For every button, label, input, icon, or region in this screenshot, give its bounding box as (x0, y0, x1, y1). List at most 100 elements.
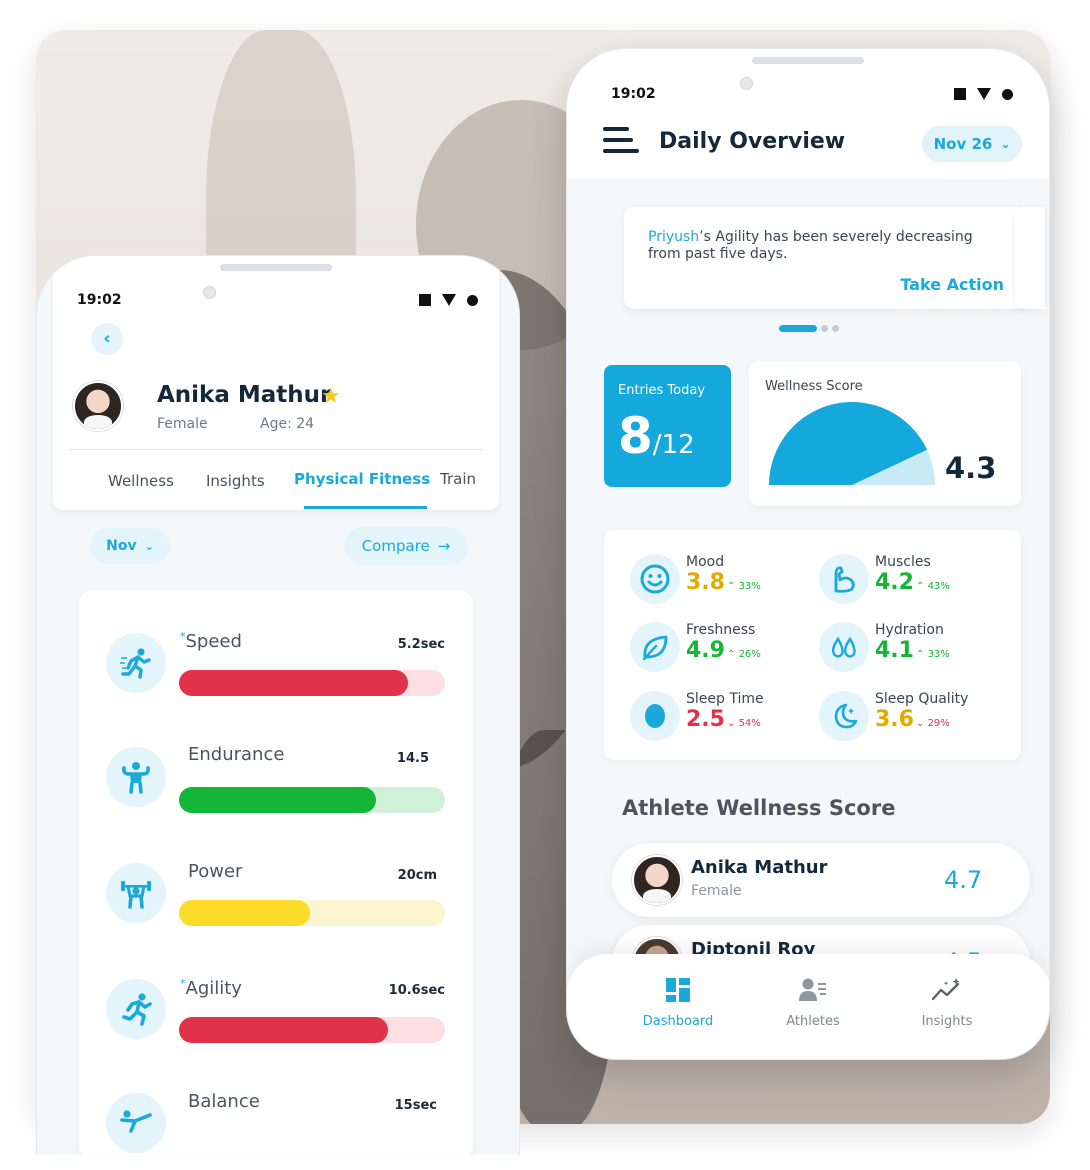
weightlifting-icon (106, 863, 166, 923)
tab-wellness[interactable]: Wellness (108, 472, 174, 490)
carousel-dot-active[interactable] (779, 325, 817, 332)
phone-camera (740, 77, 753, 90)
freshness-metric[interactable]: Freshness 4.9 ⌃ 26% (630, 622, 830, 678)
athletes-icon (763, 972, 863, 1008)
daily-overview-phone: 19:02 Daily Overview Nov 26 ⌄ Priyush’s … (566, 48, 1050, 1060)
chevron-down-icon: ⌄ (1000, 137, 1011, 151)
take-action-button[interactable]: Take Action (900, 275, 1004, 294)
athlete-name: Anika Mathur (157, 382, 332, 408)
sleep-icon (630, 691, 680, 741)
metric-balance-value: 15sec (394, 1098, 437, 1113)
athlete-age: Age: 24 (260, 416, 315, 432)
muscles-label: Muscles (875, 554, 931, 570)
mood-delta-value: 33% (738, 581, 761, 592)
sleep-time-label: Sleep Time (686, 691, 764, 707)
droplets-icon (819, 622, 869, 672)
metric-power-value: 20cm (397, 868, 437, 883)
phone-speaker (752, 57, 864, 64)
nav-athletes[interactable]: Athletes (763, 972, 863, 1029)
date-filter-label: Nov 26 (933, 135, 993, 153)
speed-bar-track (179, 670, 445, 696)
signal-icon (977, 88, 991, 100)
battery-icon (1002, 88, 1013, 100)
fitness-metrics-card: *Speed 5.2sec Endurance 14.5 Power 20cm … (79, 590, 473, 1155)
muscles-delta: ⌃ 43% (916, 581, 950, 592)
nav-insights[interactable]: Insights (897, 972, 997, 1029)
status-time: 19:02 (611, 86, 656, 102)
hamburger-menu-icon[interactable] (603, 127, 639, 160)
arrow-right-icon: → (437, 537, 451, 555)
tab-physical-fitness[interactable]: Physical Fitness (294, 470, 430, 488)
compare-label: Compare (361, 537, 430, 555)
freshness-label: Freshness (686, 622, 756, 638)
next-alert-card[interactable] (1015, 207, 1045, 309)
hydration-metric[interactable]: Hydration 4.1 ⌃ 33% (819, 622, 1019, 678)
alert-card[interactable]: Priyush’s Agility has been severely decr… (624, 207, 1028, 309)
mood-metric[interactable]: Mood 3.8 ⌃ 33% (630, 554, 830, 610)
entries-label: Entries Today (618, 383, 706, 398)
alert-message: Priyush’s Agility has been severely decr… (648, 229, 988, 263)
wellness-score-card: Wellness Score 4.3 (749, 361, 1021, 506)
nav-dashboard-label: Dashboard (642, 1014, 714, 1029)
avatar (73, 381, 123, 431)
entries-count: 8 (618, 407, 653, 465)
carousel-dot[interactable] (821, 325, 828, 332)
carousel-dot[interactable] (832, 325, 839, 332)
freshness-value: 4.9 (686, 638, 725, 663)
chevron-down-icon: ⌄ (144, 539, 154, 553)
sleep-quality-metric[interactable]: Sleep Quality 3.6 ⌄ 29% (819, 691, 1019, 747)
month-filter[interactable]: Nov ⌄ (90, 528, 170, 564)
stop-icon (419, 294, 431, 306)
agility-bar-track (179, 1017, 445, 1043)
tab-train[interactable]: Train (440, 470, 476, 488)
metric-power-name: Power (188, 861, 243, 882)
signal-icon (442, 294, 456, 306)
power-bar-track (179, 900, 445, 926)
back-button[interactable]: ‹ (91, 323, 123, 355)
alert-athlete-link[interactable]: Priyush (648, 229, 699, 245)
chevron-left-icon: ‹ (103, 328, 111, 349)
sleep-quality-label: Sleep Quality (875, 691, 969, 707)
endurance-bar-fill (179, 787, 376, 813)
metric-agility-value: 10.6sec (388, 983, 445, 998)
wellness-gauge (769, 402, 935, 485)
month-filter-label: Nov (106, 538, 137, 554)
date-filter[interactable]: Nov 26 ⌄ (922, 126, 1022, 162)
sleep-time-delta-value: 54% (738, 718, 761, 729)
sleep-time-metric[interactable]: Sleep Time 2.5 ⌄ 54% (630, 691, 830, 747)
compare-button[interactable]: Compare → (344, 527, 468, 565)
profile-header: 19:02 ‹ Anika Mathur ★ Female Age: 24 We… (53, 256, 499, 510)
metric-endurance-value: 14.5 (396, 751, 429, 766)
wellness-label: Wellness Score (765, 379, 863, 394)
star-icon[interactable]: ★ (321, 384, 341, 409)
nav-dashboard[interactable]: Dashboard (628, 972, 728, 1029)
muscles-value: 4.2 (875, 570, 914, 595)
muscles-metric[interactable]: Muscles 4.2 ⌃ 43% (819, 554, 1019, 610)
athlete-row[interactable]: Anika Mathur Female 4.7 (612, 843, 1030, 917)
muscles-delta-value: 43% (927, 581, 950, 592)
phone-speaker (220, 264, 332, 271)
speed-bar-fill (179, 670, 408, 696)
dashboard-icon (628, 972, 728, 1008)
tab-insights[interactable]: Insights (206, 472, 265, 490)
freshness-delta: ⌃ 26% (727, 649, 761, 660)
moon-icon (819, 691, 869, 741)
smiley-icon (630, 554, 680, 604)
muscle-icon (819, 554, 869, 604)
leaf-icon (630, 622, 680, 672)
metric-speed-value: 5.2sec (397, 637, 445, 652)
hydration-value: 4.1 (875, 638, 914, 663)
section-title: Athlete Wellness Score (622, 796, 896, 820)
sleep-quality-delta-value: 29% (927, 718, 950, 729)
metric-balance-name: Balance (188, 1091, 260, 1112)
athlete-profile-phone: 19:02 ‹ Anika Mathur ★ Female Age: 24 We… (36, 255, 520, 1155)
sprint-icon (106, 979, 166, 1039)
freshness-delta-value: 26% (738, 649, 761, 660)
athlete-gender: Female (691, 883, 742, 899)
hydration-label: Hydration (875, 622, 944, 638)
nav-athletes-label: Athletes (786, 1014, 840, 1029)
metric-agility-label: Agility (185, 978, 242, 999)
status-icons (419, 294, 478, 306)
hydration-delta-value: 33% (927, 649, 950, 660)
wellness-value: 4.3 (945, 451, 997, 485)
